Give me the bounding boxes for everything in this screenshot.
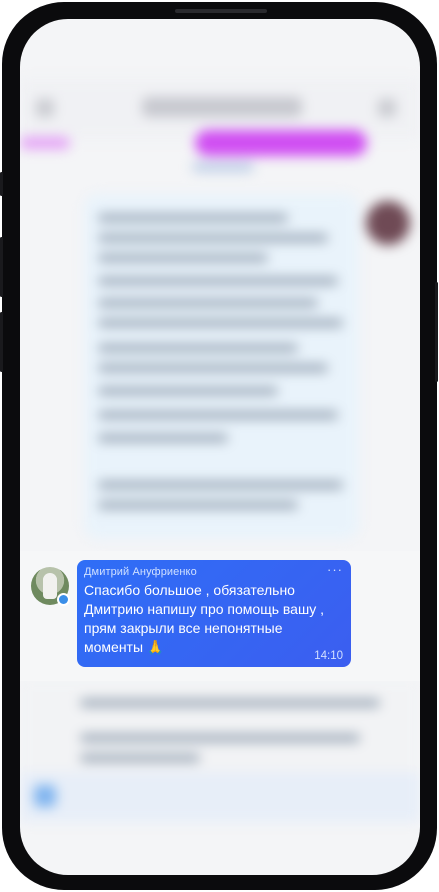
blurred-date-label bbox=[192, 162, 254, 172]
message-line: моменты 🙏 bbox=[84, 639, 165, 655]
blurred-text-line bbox=[98, 277, 338, 285]
blurred-text-line bbox=[98, 254, 268, 262]
avatar-person-figure bbox=[43, 573, 57, 599]
phone-power-button bbox=[435, 282, 438, 382]
blurred-attach-icon bbox=[34, 785, 56, 807]
blurred-text-line bbox=[98, 364, 328, 372]
more-options-icon[interactable]: ··· bbox=[327, 562, 343, 577]
blurred-avatar bbox=[366, 201, 410, 245]
phone-side-button bbox=[0, 172, 3, 196]
blurred-chat-background bbox=[20, 19, 420, 875]
blurred-back-icon bbox=[36, 99, 54, 117]
phone-volume-down bbox=[0, 312, 3, 372]
verified-icon bbox=[57, 593, 70, 606]
blurred-text-line bbox=[98, 434, 228, 442]
blurred-text-line bbox=[98, 299, 318, 307]
blurred-text-line bbox=[98, 411, 338, 419]
blurred-text-line bbox=[80, 734, 360, 742]
blurred-text-line bbox=[98, 319, 343, 327]
message-line: Дмитрию напишу про помощь вашу , bbox=[84, 601, 324, 617]
blurred-text-line bbox=[98, 481, 343, 489]
blurred-text-line bbox=[98, 387, 278, 395]
blurred-text-line bbox=[80, 754, 200, 762]
phone-volume-up bbox=[0, 237, 3, 297]
chat-screen: Дмитрий Ануфриенко ··· Спасибо большое ,… bbox=[20, 19, 420, 875]
blurred-text-line bbox=[98, 344, 298, 352]
phone-speaker bbox=[175, 9, 267, 13]
message-line: Спасибо большое , обязательно bbox=[84, 582, 295, 598]
blurred-tab-left bbox=[20, 137, 70, 149]
message-line: прям закрыли все непонятные bbox=[84, 620, 283, 636]
verified-icon-dot bbox=[59, 595, 68, 604]
avatar[interactable] bbox=[31, 567, 70, 606]
blurred-text-line bbox=[98, 234, 328, 242]
message-bubble[interactable]: Дмитрий Ануфриенко ··· Спасибо большое ,… bbox=[77, 560, 351, 667]
blurred-text-line bbox=[98, 214, 288, 222]
message-time: 14:10 bbox=[314, 650, 343, 662]
phone-frame: Дмитрий Ануфриенко ··· Спасибо большое ,… bbox=[0, 2, 438, 890]
message-sender[interactable]: Дмитрий Ануфриенко bbox=[84, 566, 197, 578]
blurred-text-line bbox=[80, 699, 380, 707]
blurred-text-line bbox=[98, 501, 298, 509]
blurred-menu-icon bbox=[378, 99, 396, 117]
message-text: Спасибо большое , обязательно Дмитрию на… bbox=[84, 581, 346, 657]
blurred-pinned-bar bbox=[195, 130, 367, 156]
blurred-input-bar bbox=[20, 772, 420, 822]
blurred-title bbox=[142, 97, 302, 117]
